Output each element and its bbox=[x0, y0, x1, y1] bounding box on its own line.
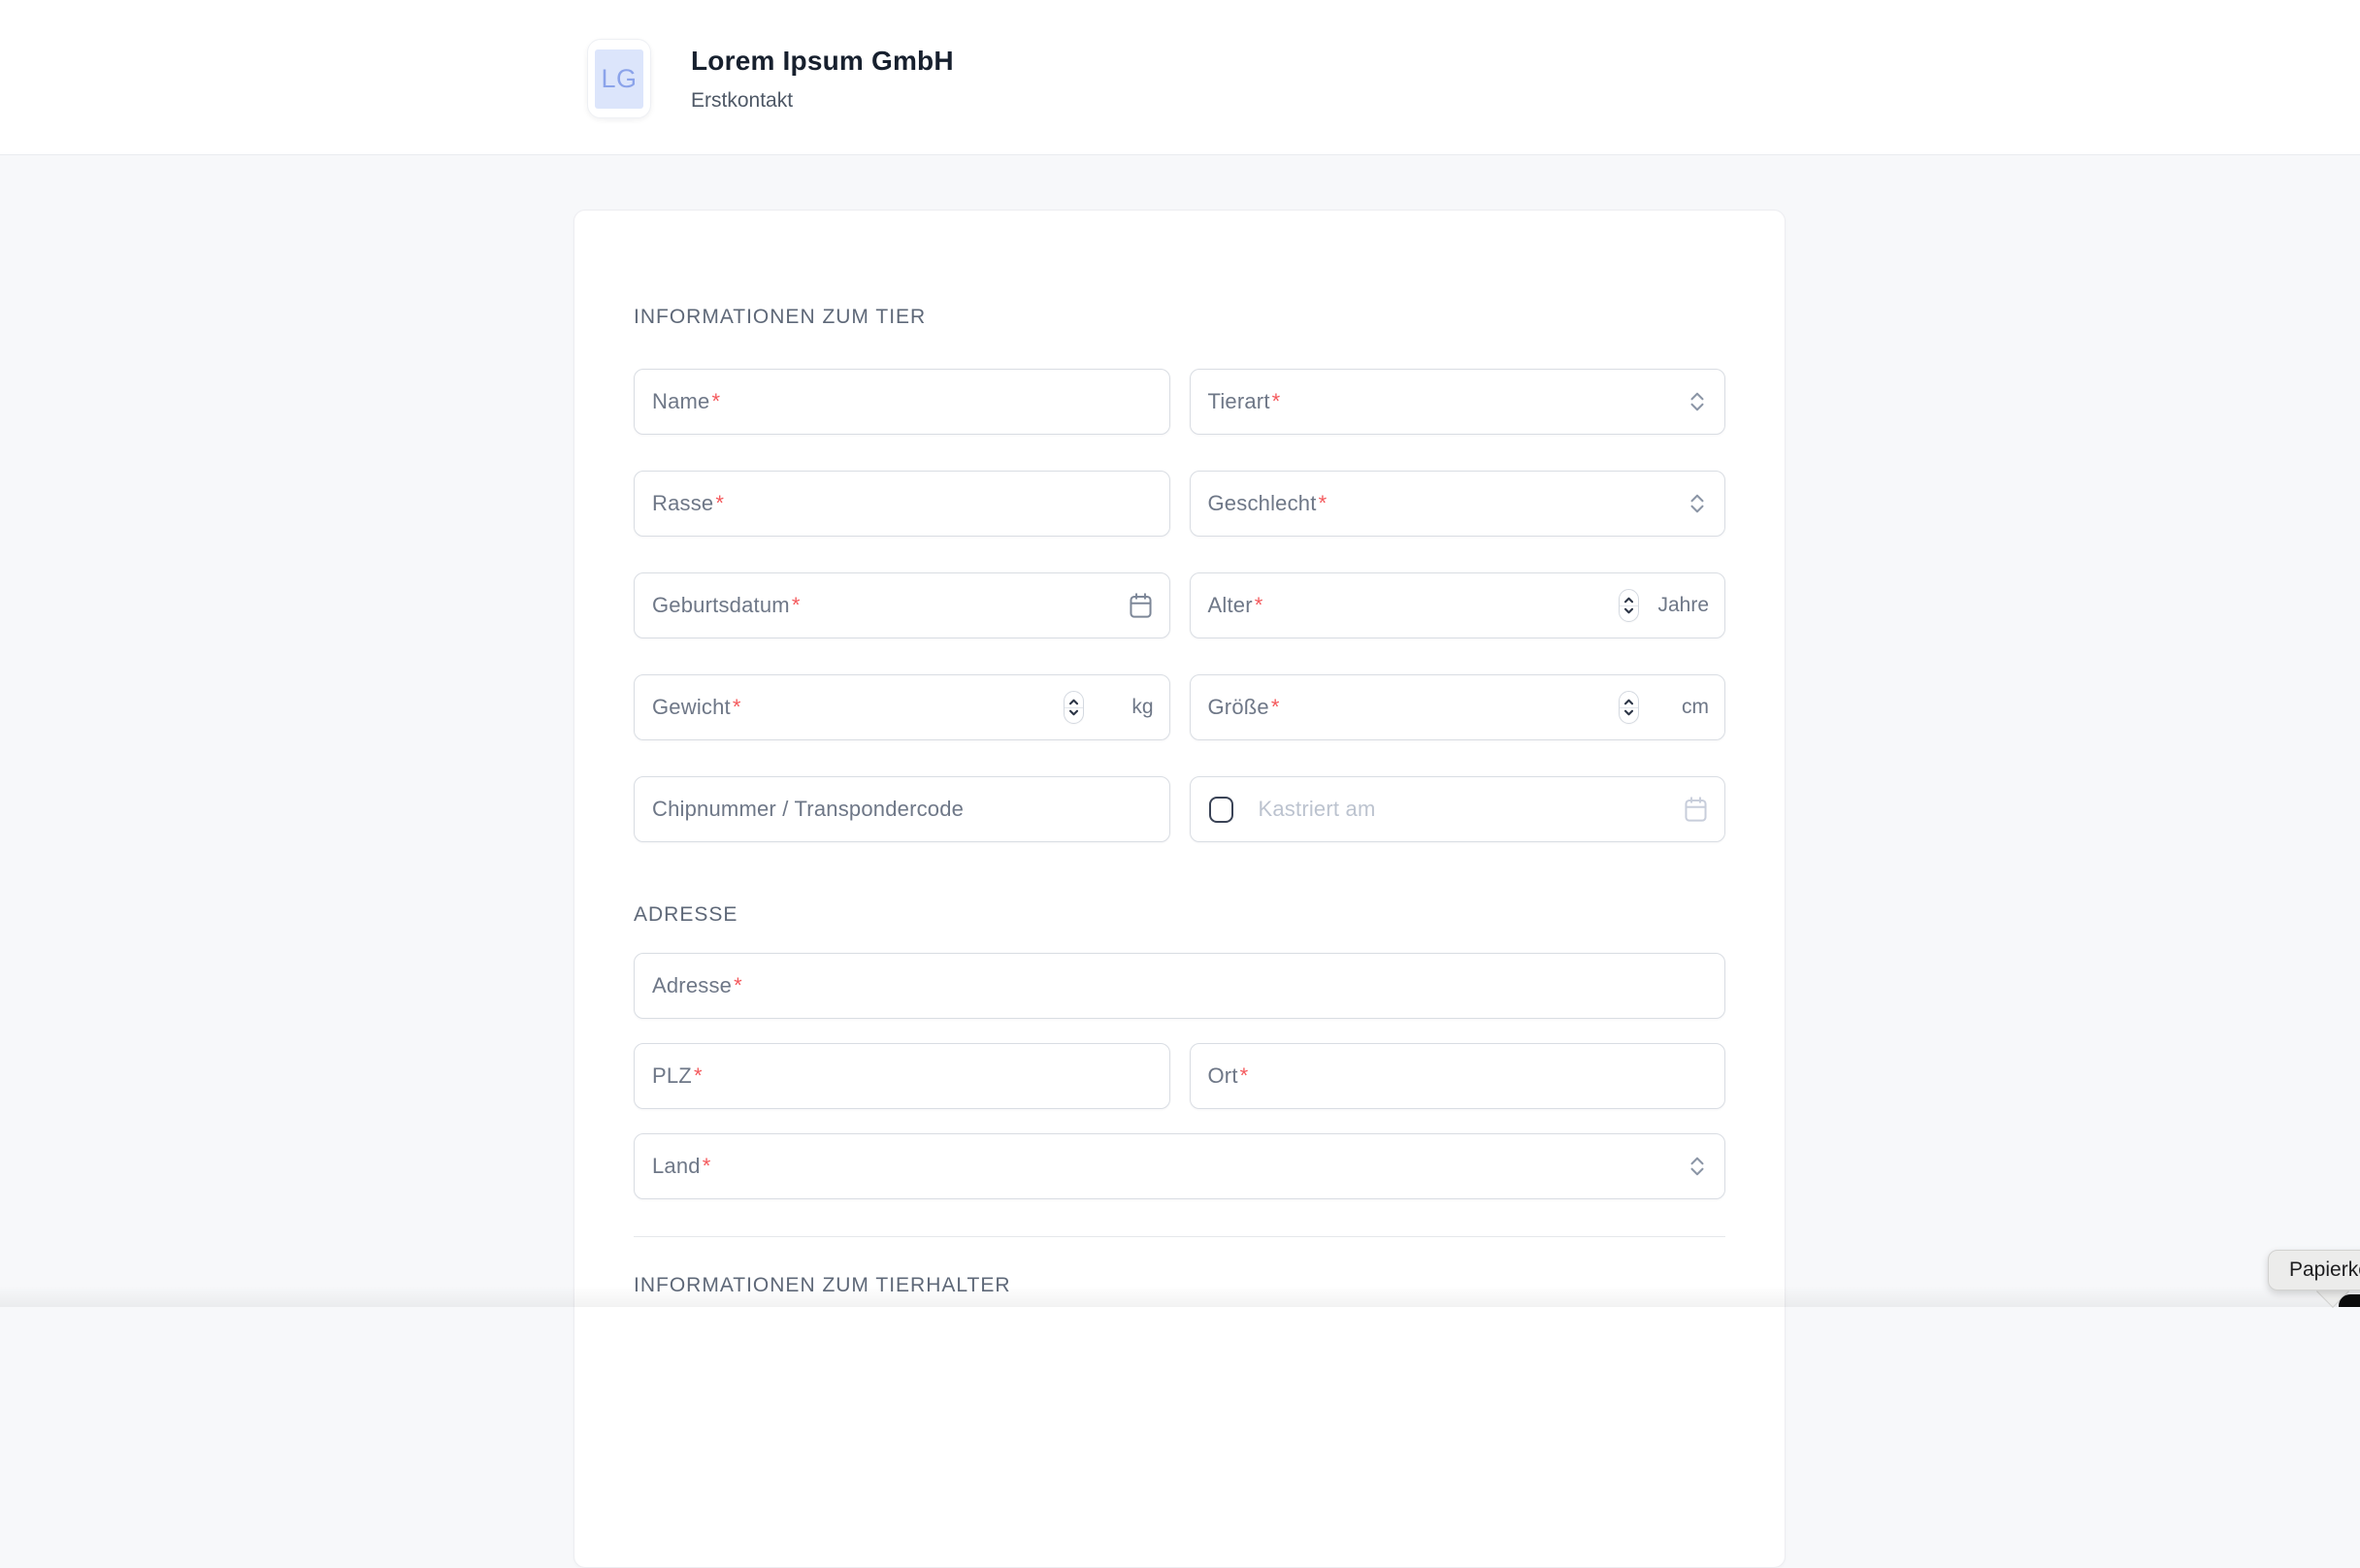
gewicht-unit-label: kg bbox=[1131, 696, 1153, 719]
tierart-select[interactable]: Tierart* bbox=[1190, 369, 1726, 435]
rasse-input[interactable]: Rasse* bbox=[634, 471, 1170, 537]
required-asterisk: * bbox=[703, 1154, 711, 1178]
brand-text: Lorem Ipsum GmbH Erstkontakt bbox=[691, 39, 954, 118]
ort-placeholder: Ort* bbox=[1208, 1063, 1249, 1089]
form-card: INFORMATIONEN ZUM TIER Name* Tierart* Ra… bbox=[574, 210, 1786, 1568]
app-header: LG Lorem Ipsum GmbH Erstkontakt bbox=[0, 0, 2360, 155]
plz-placeholder: PLZ* bbox=[652, 1063, 703, 1089]
plz-ort-grid: PLZ* Ort* bbox=[634, 1043, 1725, 1109]
name-placeholder: Name* bbox=[652, 389, 720, 414]
ort-input[interactable]: Ort* bbox=[1190, 1043, 1726, 1109]
tier-fields-grid: Name* Tierart* Rasse* Geschlecht* Geburt… bbox=[634, 369, 1725, 842]
calendar-icon[interactable] bbox=[1128, 592, 1154, 620]
chevron-updown-icon bbox=[1687, 490, 1708, 517]
groesse-input[interactable]: Größe* cm bbox=[1190, 674, 1726, 740]
groesse-unit-label: cm bbox=[1682, 696, 1709, 719]
stepper-down-icon bbox=[1623, 607, 1634, 614]
kastriert-placeholder: Kastriert am bbox=[1259, 797, 1376, 822]
chipnummer-input[interactable]: Chipnummer / Transpondercode bbox=[634, 776, 1170, 842]
required-asterisk: * bbox=[734, 973, 742, 997]
required-asterisk: * bbox=[1272, 389, 1281, 413]
chevron-updown-icon bbox=[1687, 388, 1708, 415]
stepper-down-icon bbox=[1068, 709, 1079, 716]
land-placeholder: Land* bbox=[652, 1154, 711, 1179]
chevron-updown-icon bbox=[1687, 1153, 1708, 1180]
required-asterisk: * bbox=[715, 491, 724, 515]
gewicht-placeholder: Gewicht* bbox=[652, 695, 741, 720]
required-asterisk: * bbox=[1319, 491, 1328, 515]
logo-text: LG bbox=[601, 64, 637, 94]
calendar-icon bbox=[1683, 796, 1709, 824]
required-asterisk: * bbox=[733, 695, 741, 719]
stepper-up-icon bbox=[1068, 699, 1079, 705]
alter-input[interactable]: Alter* Jahre bbox=[1190, 572, 1726, 638]
required-asterisk: * bbox=[792, 593, 801, 617]
land-select[interactable]: Land* bbox=[634, 1133, 1725, 1199]
required-asterisk: * bbox=[1271, 695, 1280, 719]
groesse-placeholder: Größe* bbox=[1208, 695, 1280, 720]
gewicht-input[interactable]: Gewicht* kg bbox=[634, 674, 1170, 740]
plz-input[interactable]: PLZ* bbox=[634, 1043, 1170, 1109]
name-input[interactable]: Name* bbox=[634, 369, 1170, 435]
company-logo-initials: LG bbox=[595, 49, 643, 109]
stepper-up-icon bbox=[1623, 597, 1634, 604]
section-title-tierhalter: INFORMATIONEN ZUM TIERHALTER bbox=[634, 1275, 1725, 1296]
brand: LG Lorem Ipsum GmbH Erstkontakt bbox=[587, 39, 954, 118]
alter-placeholder: Alter* bbox=[1208, 593, 1263, 618]
section-title-adresse: ADRESSE bbox=[634, 904, 1725, 926]
gewicht-stepper[interactable] bbox=[1064, 691, 1084, 724]
required-asterisk: * bbox=[694, 1063, 703, 1088]
required-asterisk: * bbox=[1255, 593, 1263, 617]
kastriert-am-field[interactable]: Kastriert am bbox=[1190, 776, 1726, 842]
page-title: Lorem Ipsum GmbH bbox=[691, 46, 954, 77]
adresse-placeholder: Adresse* bbox=[652, 973, 742, 998]
stepper-down-icon bbox=[1623, 709, 1634, 716]
page-subtitle: Erstkontakt bbox=[691, 89, 954, 113]
alter-stepper[interactable] bbox=[1619, 589, 1639, 622]
geschlecht-select[interactable]: Geschlecht* bbox=[1190, 471, 1726, 537]
stepper-up-icon bbox=[1623, 699, 1634, 705]
geburtsdatum-input[interactable]: Geburtsdatum* bbox=[634, 572, 1170, 638]
geburtsdatum-placeholder: Geburtsdatum* bbox=[652, 593, 801, 618]
kastriert-checkbox[interactable] bbox=[1209, 797, 1233, 823]
required-asterisk: * bbox=[1240, 1063, 1249, 1088]
dock-tooltip: Papierko bbox=[2268, 1250, 2360, 1290]
adresse-input[interactable]: Adresse* bbox=[634, 953, 1725, 1019]
trash-dock-icon[interactable] bbox=[2339, 1294, 2360, 1307]
rasse-placeholder: Rasse* bbox=[652, 491, 724, 516]
geschlecht-placeholder: Geschlecht* bbox=[1208, 491, 1328, 516]
dock-tooltip-label: Papierko bbox=[2289, 1258, 2360, 1282]
groesse-stepper[interactable] bbox=[1619, 691, 1639, 724]
chipnummer-placeholder: Chipnummer / Transpondercode bbox=[652, 797, 964, 822]
required-asterisk: * bbox=[712, 389, 721, 413]
company-logo: LG bbox=[587, 39, 651, 118]
tierart-placeholder: Tierart* bbox=[1208, 389, 1281, 414]
section-title-tier: INFORMATIONEN ZUM TIER bbox=[634, 307, 1725, 328]
alter-unit-label: Jahre bbox=[1657, 594, 1709, 617]
section-divider bbox=[634, 1236, 1725, 1237]
